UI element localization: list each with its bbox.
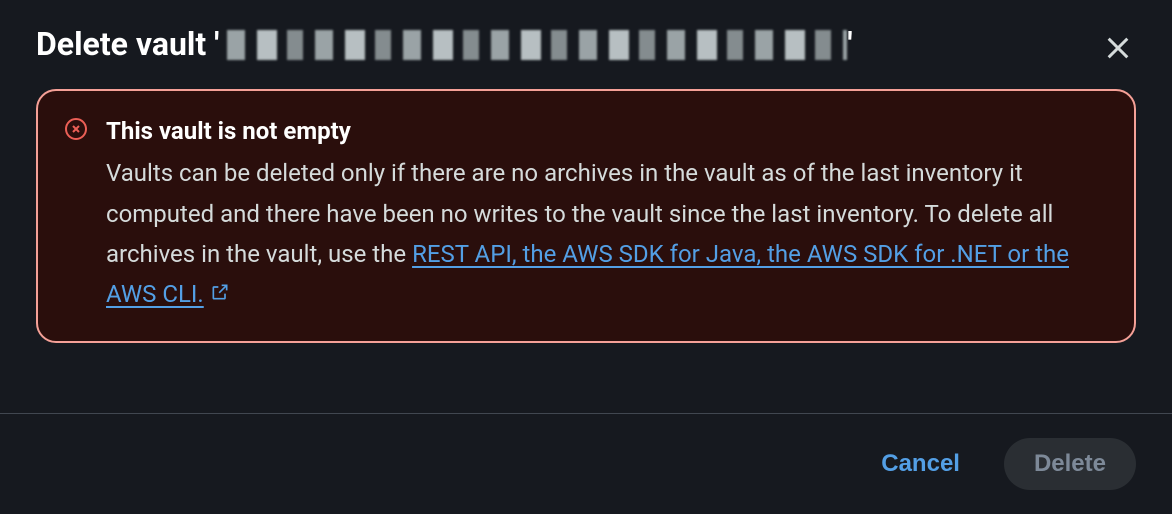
modal-title: Delete vault ' ' [36, 24, 852, 66]
cancel-button[interactable]: Cancel [851, 438, 990, 490]
modal-body: This vault is not empty Vaults can be de… [0, 89, 1172, 371]
title-prefix: Delete vault ' [36, 24, 219, 66]
external-link-icon [210, 274, 230, 314]
delete-vault-modal: Delete vault ' ' This vaul [0, 0, 1172, 514]
alert-content: This vault is not empty Vaults can be de… [106, 115, 1104, 315]
close-icon [1104, 34, 1132, 65]
title-suffix: ' [847, 24, 852, 66]
error-alert: This vault is not empty Vaults can be de… [36, 89, 1136, 343]
error-icon [64, 117, 88, 315]
vault-name-redacted [227, 30, 847, 60]
delete-button[interactable]: Delete [1004, 438, 1136, 490]
modal-header: Delete vault ' ' [0, 0, 1172, 89]
close-button[interactable] [1100, 30, 1136, 69]
alert-description: Vaults can be deleted only if there are … [106, 153, 1104, 314]
modal-footer: Cancel Delete [0, 413, 1172, 514]
alert-title: This vault is not empty [106, 115, 1104, 147]
